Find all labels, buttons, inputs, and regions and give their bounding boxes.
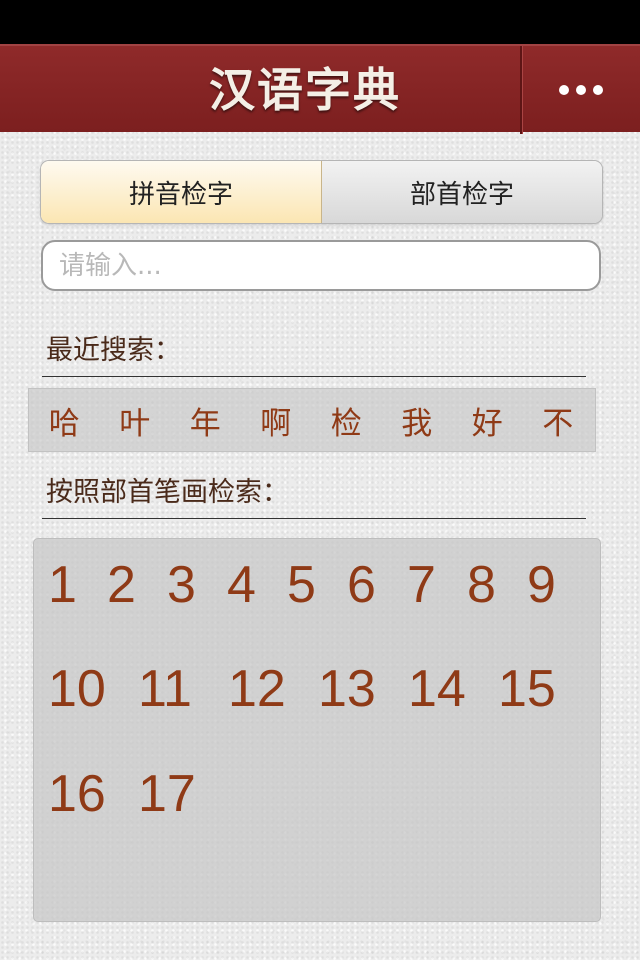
page-title: 汉语字典	[209, 63, 401, 117]
stroke-count-button[interactable]: 2	[107, 555, 136, 615]
stroke-count-button[interactable]: 14	[408, 659, 466, 719]
stroke-count-button[interactable]: 4	[227, 555, 256, 615]
tab-pinyin-search[interactable]: 拼音检字	[41, 161, 322, 223]
stroke-count-button[interactable]: 11	[138, 659, 192, 719]
stroke-count-button[interactable]: 7	[407, 555, 436, 615]
stroke-count-button[interactable]: 13	[318, 659, 376, 719]
recent-char[interactable]: 检	[311, 398, 382, 443]
stroke-count-button[interactable]: 12	[228, 659, 286, 719]
recent-char[interactable]: 年	[170, 398, 241, 443]
stroke-count-button[interactable]: 3	[167, 555, 196, 615]
recent-char[interactable]: 哈	[29, 398, 100, 443]
stroke-count-button[interactable]: 15	[498, 659, 556, 719]
stroke-count-button[interactable]: 9	[527, 555, 556, 615]
stroke-count-button[interactable]: 8	[467, 555, 496, 615]
recent-char[interactable]: 好	[452, 398, 523, 443]
stroke-count-button[interactable]: 6	[347, 555, 376, 615]
recent-divider	[42, 376, 586, 377]
nav-bar: 汉语字典	[0, 44, 640, 134]
stroke-count-label: 按照部首笔画检索：	[46, 477, 289, 508]
stroke-count-button[interactable]: 5	[287, 555, 316, 615]
search-input[interactable]	[41, 240, 601, 291]
stroke-count-button[interactable]: 17	[138, 764, 196, 824]
stroke-divider	[42, 518, 586, 519]
more-button[interactable]	[522, 46, 640, 134]
status-bar	[0, 0, 640, 44]
ellipsis-icon	[559, 85, 603, 95]
tab-radical-search[interactable]: 部首检字	[322, 161, 602, 223]
stroke-count-button[interactable]: 16	[48, 764, 106, 824]
recent-char[interactable]: 不	[523, 398, 594, 443]
stroke-count-grid: 1 2 3 4 5 6 7 8 9 10 11 12 13 14 15 16 1…	[33, 538, 601, 922]
recent-char[interactable]: 啊	[241, 398, 312, 443]
stroke-count-button[interactable]: 1	[48, 555, 77, 615]
recent-search-list: 哈 叶 年 啊 检 我 好 不	[28, 388, 596, 452]
stroke-count-button[interactable]: 10	[48, 659, 106, 719]
recent-search-label: 最近搜索：	[46, 335, 181, 366]
search-mode-segmented-control: 拼音检字 部首检字	[40, 160, 603, 224]
recent-char[interactable]: 我	[382, 398, 453, 443]
recent-char[interactable]: 叶	[100, 398, 171, 443]
